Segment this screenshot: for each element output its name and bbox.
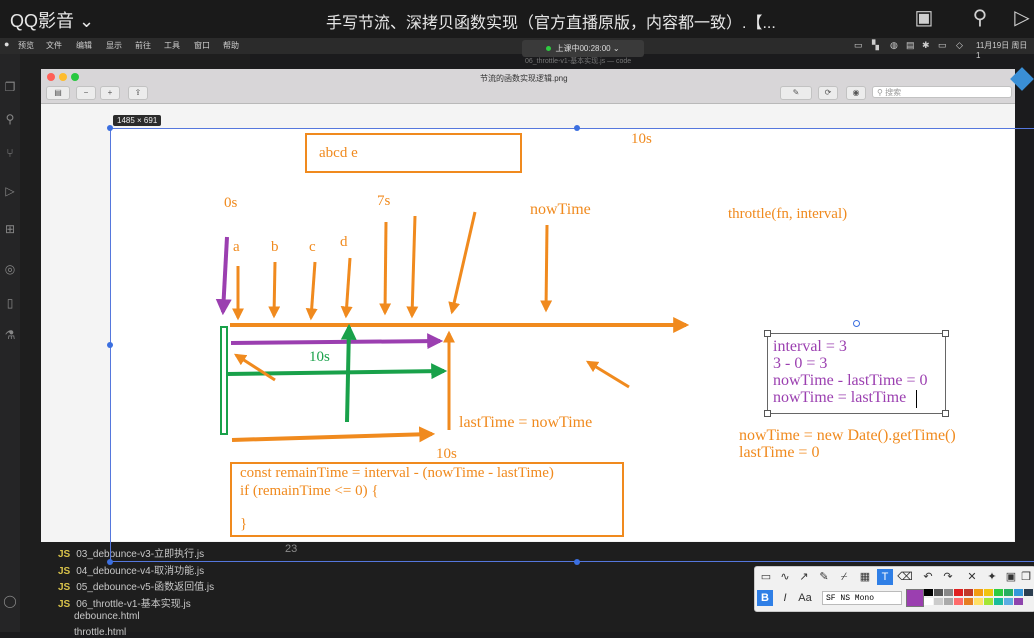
color-swatch[interactable] xyxy=(974,598,983,605)
color-swatch[interactable] xyxy=(924,598,933,605)
mosaic-icon[interactable]: ▦ xyxy=(857,569,873,585)
color-swatch[interactable] xyxy=(1014,589,1023,596)
color-swatch[interactable] xyxy=(964,598,973,605)
selection-handle[interactable] xyxy=(107,125,113,131)
font-select[interactable]: SF NS Mono xyxy=(822,591,902,605)
close-icon[interactable]: ✕ xyxy=(964,569,980,585)
arrow-icon[interactable]: ↗ xyxy=(796,569,812,585)
color-swatch[interactable] xyxy=(1004,598,1013,605)
color-swatch[interactable] xyxy=(934,589,943,596)
color-swatch[interactable] xyxy=(994,589,1003,596)
color-swatch[interactable] xyxy=(984,589,993,596)
color-swatch[interactable] xyxy=(964,589,973,596)
color-swatch[interactable] xyxy=(934,598,943,605)
color-swatch[interactable] xyxy=(944,589,953,596)
select-icon[interactable]: ▭ xyxy=(758,569,774,585)
selection-handle[interactable] xyxy=(574,125,580,131)
highlighter-icon[interactable]: ⌿ xyxy=(836,569,852,585)
selection-handle[interactable] xyxy=(107,559,113,565)
color-swatch[interactable] xyxy=(954,589,963,596)
text-icon[interactable]: T xyxy=(877,569,893,585)
color-swatch[interactable] xyxy=(1014,598,1023,605)
color-swatch[interactable] xyxy=(984,598,993,605)
copy-icon[interactable]: ❐ xyxy=(1020,569,1032,585)
color-swatch[interactable] xyxy=(944,598,953,605)
font-select-value: SF NS Mono xyxy=(826,594,875,603)
pin-icon[interactable]: ✦ xyxy=(984,569,1000,585)
color-swatch[interactable] xyxy=(974,589,983,596)
current-color-swatch[interactable] xyxy=(906,589,924,607)
color-palette xyxy=(924,589,1033,607)
eraser-icon[interactable]: ⌫ xyxy=(897,569,913,585)
selection-handle[interactable] xyxy=(107,342,113,348)
screenshot-selection-frame[interactable] xyxy=(110,128,1034,562)
color-swatch[interactable] xyxy=(1024,589,1033,596)
pen-icon[interactable]: ✎ xyxy=(816,569,832,585)
redo-icon[interactable]: ↷ xyxy=(940,569,956,585)
italic-button[interactable]: I xyxy=(777,590,793,606)
font-size-icon[interactable]: Aa xyxy=(797,590,813,606)
color-swatch[interactable] xyxy=(1004,589,1013,596)
curve-icon[interactable]: ∿ xyxy=(777,569,793,585)
color-swatch[interactable] xyxy=(924,589,933,596)
save-icon[interactable]: ▣ xyxy=(1003,569,1019,585)
bold-button[interactable]: B xyxy=(757,590,773,606)
undo-icon[interactable]: ↶ xyxy=(920,569,936,585)
selection-handle[interactable] xyxy=(574,559,580,565)
color-swatch[interactable] xyxy=(994,598,1003,605)
color-swatch[interactable] xyxy=(954,598,963,605)
